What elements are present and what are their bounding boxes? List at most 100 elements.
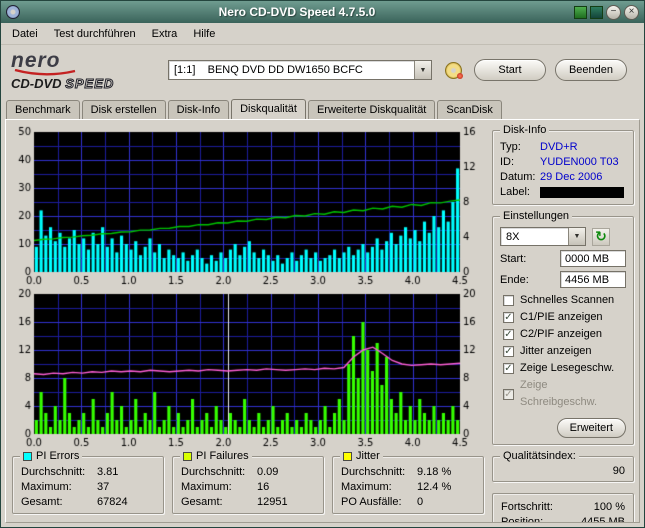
pi-errors-chart (8, 126, 486, 288)
stat-value: 37 (97, 481, 110, 493)
disc-eject-button[interactable] (441, 58, 465, 82)
quality-index-value: 90 (612, 465, 625, 477)
titlebar-green-icon-2[interactable] (590, 5, 603, 19)
checkbox-row: ✓ Zeige Schreibgeschw. (500, 377, 626, 411)
position-value: 4455 MB (580, 516, 625, 523)
jitter-swatch (343, 451, 352, 461)
disk-id-value: YUDEN000 T03 (540, 156, 619, 168)
speed-select[interactable]: 8X ▼ (500, 227, 586, 246)
pi-failures-title: PI Failures (196, 450, 249, 462)
menu-datei[interactable]: Datei (4, 25, 46, 43)
disk-info-panel: Disk-Info Typ: DVD+R ID: YUDEN000 T03 Datu… (492, 124, 634, 205)
disk-info-title: Disk-Info (503, 124, 547, 136)
charts-column: PI Errors Durchschnitt: 3.81 Maximum: 37 G… (8, 126, 486, 518)
jitter-panel: Jitter Durchschnitt: 9.18 % Maximum: 12.4 … (332, 450, 484, 514)
toolbar: nero CD-DVD SPEED [1:1] BENQ DVD DD DW16… (1, 45, 644, 97)
app-disc-icon (6, 5, 20, 19)
start-button[interactable]: Start (474, 59, 546, 81)
checkbox-zeige-schreibgeschw: ✓ (503, 388, 514, 400)
checkbox-label: Jitter anzeigen (520, 345, 592, 357)
stat-label: Durchschnitt: (181, 466, 246, 478)
tab-scandisk[interactable]: ScanDisk (437, 100, 502, 119)
stat-label: Maximum: (21, 481, 72, 493)
stat-value: 3.81 (97, 466, 119, 478)
tab-diskqualitaet[interactable]: Diskqualität (231, 99, 306, 120)
chevron-down-icon[interactable]: ▼ (414, 61, 431, 79)
settings-title: Einstellungen (503, 210, 570, 222)
titlebar-green-icon-1[interactable] (574, 5, 587, 19)
titlebar-buttons: − × (574, 4, 639, 20)
progress-value: 100 % (593, 501, 625, 513)
checkbox-zeige-lesegeschw[interactable]: ✓ (503, 363, 514, 374)
start-label: Start: (500, 252, 527, 265)
settings-panel: Einstellungen 8X ▼ ↻ Start: 0000 MB Ende… (492, 210, 634, 445)
position-label: Position: (501, 516, 544, 523)
menu-extra[interactable]: Extra (144, 25, 186, 43)
nero-logo: nero CD-DVD SPEED (7, 49, 159, 91)
disk-date-value: 29 Dec 2006 (540, 171, 603, 183)
pi-failures-chart (8, 288, 486, 450)
checkbox-label: Schnelles Scannen (520, 294, 615, 306)
checkbox-label: C2/PIF anzeigen (520, 328, 602, 340)
drive-select-value: [1:1] BENQ DVD DD DW1650 BCFC (174, 64, 363, 76)
minimize-button[interactable]: − (606, 4, 621, 20)
info-label: Datum: (500, 171, 536, 183)
nero-logo-wordmark: nero (11, 49, 61, 72)
start-input[interactable]: 0000 MB (560, 250, 626, 267)
stat-value: 12.4 % (417, 481, 452, 493)
titlebar: Nero CD-DVD Speed 4.7.5.0 − × (1, 1, 644, 23)
advanced-button[interactable]: Erweitert (556, 418, 626, 438)
refresh-icon[interactable]: ↻ (592, 227, 610, 246)
checkbox-schnelles-scannen[interactable] (503, 295, 514, 306)
pi-failures-swatch (183, 451, 192, 461)
checkbox-row: ✓ Jitter anzeigen (500, 343, 626, 360)
chevron-down-icon[interactable]: ▼ (568, 228, 585, 245)
tab-erweiterte-diskqualitaet[interactable]: Erweiterte Diskqualität (307, 100, 436, 119)
app-window: Nero CD-DVD Speed 4.7.5.0 − × Datei Test… (0, 0, 645, 528)
stat-label: PO Ausfälle: (341, 496, 402, 508)
info-label: Typ: (500, 141, 521, 153)
checkbox-jitter-anzeigen[interactable]: ✓ (503, 346, 514, 357)
checkbox-c2-pif-anzeigen[interactable]: ✓ (503, 329, 514, 340)
disk-type-value: DVD+R (540, 141, 578, 153)
stat-label: Durchschnitt: (21, 466, 86, 478)
close-button[interactable]: × (624, 4, 639, 20)
drive-select[interactable]: [1:1] BENQ DVD DD DW1650 BCFC ▼ (168, 60, 432, 80)
stat-value: 0.09 (257, 466, 279, 478)
disk-label-box (540, 187, 624, 198)
stat-value: 67824 (97, 496, 128, 508)
checkbox-row: ✓ C2/PIF anzeigen (500, 326, 626, 343)
cd-icon (444, 61, 463, 79)
end-input[interactable]: 4456 MB (560, 271, 626, 288)
checkbox-label: Zeige Lesegeschw. (520, 362, 615, 374)
jitter-title: Jitter (356, 450, 380, 462)
info-label: Label: (500, 186, 530, 198)
menu-test-durchfuehren[interactable]: Test durchführen (46, 25, 144, 43)
checkbox-c1-pie-anzeigen[interactable]: ✓ (503, 312, 514, 323)
tab-benchmark[interactable]: Benchmark (6, 100, 80, 119)
quality-index-panel: Qualitätsindex: 90 (492, 450, 634, 482)
progress-label: Fortschritt: (501, 501, 553, 513)
quit-button[interactable]: Beenden (555, 59, 627, 81)
stat-value: 9.18 % (417, 466, 452, 478)
stat-value: 0 (417, 496, 424, 508)
menu-hilfe[interactable]: Hilfe (185, 25, 223, 43)
stat-value: 16 (257, 481, 270, 493)
main-panel: PI Errors Durchschnitt: 3.81 Maximum: 37 G… (5, 119, 640, 523)
pi-errors-swatch (23, 451, 32, 461)
tab-disk-erstellen[interactable]: Disk erstellen (81, 100, 166, 119)
checkbox-label: Zeige Schreibgeschw. (520, 379, 598, 408)
stat-label: Maximum: (341, 481, 392, 493)
menubar: Datei Test durchführen Extra Hilfe (1, 23, 644, 45)
quality-index-title: Qualitätsindex: (503, 450, 576, 462)
checkbox-row: ✓ C1/PIE anzeigen (500, 309, 626, 326)
stat-label: Gesamt: (21, 496, 63, 508)
statistics-row: PI Errors Durchschnitt: 3.81 Maximum: 37 G… (12, 450, 484, 514)
checkbox-label: C1/PIE anzeigen (520, 311, 603, 323)
sidebar: Disk-Info Typ: DVD+R ID: YUDEN000 T03 Datu… (492, 124, 634, 522)
tab-bar: Benchmark Disk erstellen Disk-Info Diskq… (1, 97, 644, 120)
tab-disk-info[interactable]: Disk-Info (167, 100, 230, 119)
pi-errors-title: PI Errors (36, 450, 80, 462)
stat-label: Durchschnitt: (341, 466, 406, 478)
window-title: Nero CD-DVD Speed 4.7.5.0 (218, 5, 376, 19)
